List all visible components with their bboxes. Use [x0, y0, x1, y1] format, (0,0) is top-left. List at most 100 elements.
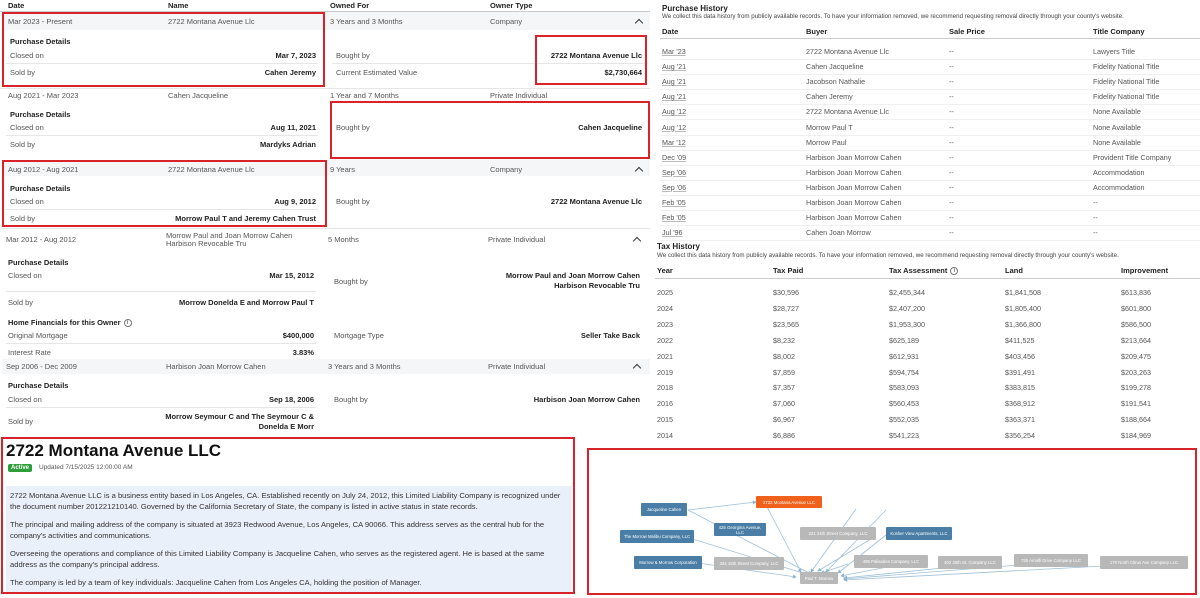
ph-buyer: Morrow Paul T	[806, 122, 853, 132]
bought-by-value: Morrow Paul and Joan Morrow Cahen	[505, 271, 640, 280]
col-header-land: Land	[1005, 266, 1023, 275]
closed-on-value: Sep 18, 2006	[268, 395, 314, 404]
current-value-label: Current Estimated Value	[336, 68, 418, 77]
closed-on-value: Aug 11, 2021	[270, 123, 316, 132]
tax-assessment: $2,407,200	[889, 303, 925, 313]
owner-owned-for: 3 Years and 3 Months	[330, 17, 403, 26]
ph-title-company: None Available	[1093, 107, 1141, 117]
tax-paid: $6,967	[773, 415, 795, 425]
ph-date: Sep '06	[662, 182, 687, 192]
purchase-details-heading: Purchase Details	[8, 381, 69, 390]
tax-land: $383,815	[1005, 383, 1035, 393]
tax-improvement: $586,500	[1121, 319, 1151, 329]
ph-buyer: Cahen Jacqueline	[806, 62, 864, 72]
col-header-name: Name	[168, 1, 189, 10]
tax-paid: $28,727	[773, 303, 799, 313]
tax-improvement: $209,475	[1121, 351, 1151, 361]
owner-name: Cahen Jacqueline	[168, 91, 229, 100]
tax-paid: $6,886	[773, 431, 795, 441]
sold-by-value: Morrow Donelda E and Morrow Paul T	[178, 298, 314, 307]
tax-year: 2024	[657, 303, 673, 313]
ph-date: Dec '09	[662, 152, 687, 162]
tax-improvement: $184,969	[1121, 431, 1151, 441]
tax-year: 2014	[657, 431, 673, 441]
col-header-year: Year	[657, 266, 673, 275]
owner-type: Private Individual	[488, 235, 546, 244]
closed-on-label: Closed on	[10, 123, 44, 132]
col-header-date: Date	[662, 27, 679, 36]
interest-rate-label: Interest Rate	[8, 348, 51, 357]
tax-assessment: $1,953,300	[889, 319, 925, 329]
tax-land: $1,841,508	[1005, 288, 1041, 297]
closed-on-label: Closed on	[8, 271, 42, 280]
ph-title-company: --	[1093, 228, 1098, 238]
ph-date: Sep '06	[662, 167, 687, 177]
owner-owned-for: 5 Months	[328, 235, 359, 244]
ph-buyer: Harbison Joan Morrow Cahen	[806, 213, 902, 223]
ph-date: Mar '23	[662, 47, 686, 56]
tax-improvement: $188,664	[1121, 415, 1151, 425]
sold-by-value: Morrow Seymour C and The Seymour C &	[165, 412, 314, 421]
tax-year: 2021	[657, 351, 673, 361]
bought-by-value: Harbison Joan Morrow Cahen	[533, 395, 640, 404]
owner-type: Private Individual	[490, 91, 548, 100]
ph-date: Aug '21	[662, 62, 687, 72]
tax-year: 2022	[657, 335, 673, 345]
bought-by-label: Bought by	[334, 395, 368, 404]
ph-buyer: 2722 Montana Avenue Llc	[806, 47, 889, 56]
home-financials-heading: Home Financials for this Owner i	[8, 318, 132, 328]
owner-date: Aug 2021 - Mar 2023	[8, 91, 79, 100]
col-header-sale-price: Sale Price	[949, 27, 985, 36]
bought-by-label: Bought by	[336, 51, 370, 60]
bought-by-value: 2722 Montana Avenue Llc	[550, 197, 642, 206]
ph-buyer: Jacobson Nathalie	[806, 77, 866, 87]
tax-land: $356,254	[1005, 431, 1035, 441]
ph-buyer: 2722 Montana Avenue Llc	[806, 107, 889, 117]
tax-assessment: $552,035	[889, 415, 919, 425]
purchase-details-heading: Purchase Details	[10, 110, 71, 119]
purchase-history-title: Purchase History	[662, 4, 728, 13]
tax-assessment: $594,754	[889, 367, 919, 377]
interest-rate-value: 3.83%	[292, 348, 314, 357]
sold-by-label: Sold by	[8, 417, 34, 426]
ph-buyer: Cahen Joan Morrow	[806, 228, 871, 238]
ph-title-company: Accommodation	[1093, 167, 1145, 177]
info-icon[interactable]: i	[123, 319, 132, 328]
tax-land: $403,456	[1005, 351, 1035, 361]
bought-by-value-line2: Harbison Revocable Tru	[554, 281, 640, 290]
chevron-up-icon[interactable]	[632, 236, 642, 246]
ph-buyer: Cahen Jeremy	[806, 92, 853, 102]
ph-sale-price: --	[949, 228, 954, 238]
tax-history-title: Tax History	[657, 242, 700, 251]
ph-date: Aug '12	[662, 122, 687, 132]
owner-date: Mar 2012 - Aug 2012	[6, 235, 77, 244]
tax-improvement: $191,541	[1121, 399, 1151, 409]
sold-by-value-line2: Donelda E Morr	[258, 422, 314, 431]
ph-sale-price: --	[949, 213, 954, 223]
tax-paid: $7,060	[773, 399, 795, 409]
ph-title-company: Fidelity National Title	[1093, 62, 1160, 72]
tax-land: $363,371	[1005, 415, 1035, 425]
tax-improvement: $601,800	[1121, 303, 1151, 313]
owner-type: Private Individual	[488, 362, 546, 371]
tax-paid: $7,357	[773, 383, 795, 393]
ph-date: Aug '21	[662, 92, 687, 102]
ph-sale-price: --	[949, 137, 954, 147]
tax-improvement: $613,836	[1121, 288, 1151, 297]
ph-title-company: Accommodation	[1093, 182, 1145, 192]
tax-land: $1,805,400	[1005, 303, 1041, 313]
tax-year: 2019	[657, 367, 673, 377]
ph-date: Jul '96	[662, 228, 683, 238]
tax-assessment: $625,189	[889, 335, 919, 345]
owner-owned-for: 1 Year and 7 Months	[330, 91, 399, 100]
col-header-owned-for: Owned For	[330, 1, 370, 10]
tax-assessment: $560,453	[889, 399, 919, 409]
tax-land: $368,912	[1005, 399, 1035, 409]
owner-name-line2: Harbison Revocable Tru	[166, 239, 247, 248]
purchase-details-heading: Purchase Details	[8, 258, 69, 267]
info-icon[interactable]: i	[950, 267, 959, 276]
tax-land: $1,366,800	[1005, 319, 1041, 329]
col-header-owner-type: Owner Type	[490, 1, 533, 10]
col-header-title-company: Title Company	[1093, 27, 1145, 36]
col-header-buyer: Buyer	[806, 27, 828, 36]
